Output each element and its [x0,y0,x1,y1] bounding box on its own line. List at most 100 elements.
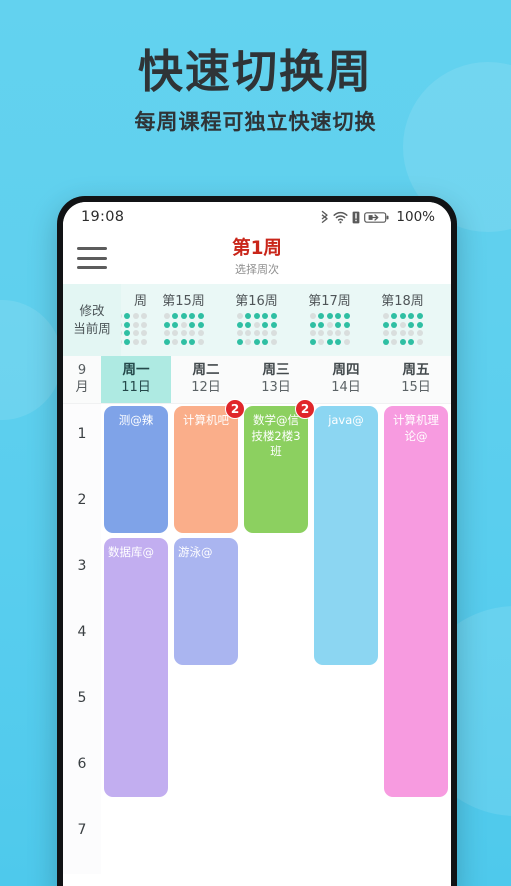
week-dot [197,338,204,345]
course-card-title: 数学@信技楼2楼3班 [251,413,301,459]
week-item-1[interactable]: 第15周 [147,284,220,356]
decorative-circle [0,300,62,420]
period-number-1: 1 [77,426,87,442]
week-item-2[interactable]: 第16周 [220,284,293,356]
course-card-title: 数据库@ [108,545,154,559]
course-column-1: 测@辣数据库@ [101,404,171,874]
status-bar: 19:08 100% [63,202,451,232]
week-dot [197,321,204,328]
week-dot [121,330,122,336]
week-item-label: 第15周 [162,294,205,309]
course-card[interactable]: 游泳@ [174,538,238,665]
week-dot [399,321,406,328]
course-columns[interactable]: 测@辣 数据库@ 计算机吧 2 游泳@ 数学@信技楼2楼3班 2 java@ 计算机理论@ [101,399,451,874]
week-dot [309,330,316,336]
course-card[interactable]: 测@辣 [104,406,168,533]
sim-icon [352,211,360,224]
week-dot [262,338,268,345]
week-dot [309,313,316,319]
battery-percent-label: 100% [396,209,435,225]
modify-current-week-button[interactable]: 修改 当前周 [63,284,121,356]
course-card[interactable]: 数据库@ [104,538,168,797]
week-dot [180,338,187,345]
week-dot [416,330,423,336]
week-scroll-container[interactable]: 周第15周 第16周 第17周 第18周 [121,284,451,356]
week-dot [408,313,414,319]
promo-title: 快速切换周 [137,45,373,98]
week-dot-grid [163,313,204,345]
week-dot [236,338,243,345]
week-selector-strip[interactable]: 修改 当前周 周第15周 第16周 第17周 第18周 [63,284,451,356]
week-dot-grid [121,313,147,345]
week-dot [172,313,178,319]
week-dot [391,338,397,345]
course-card-wrapper: 数据库@ [104,538,168,797]
day-column-1[interactable]: 周一 11日 [101,356,171,403]
current-week-title[interactable]: 第1周 [63,239,451,259]
period-number-column: 1 2 3 4 5 6 7 [63,404,101,874]
week-dot [189,330,195,336]
day-column-2[interactable]: 周二 12日 [171,356,241,403]
week-dot [408,338,414,345]
week-dot [335,330,341,336]
period-number-6: 6 [77,756,87,772]
day-date: 13日 [261,380,291,396]
bluetooth-icon [320,210,329,224]
week-dot [172,321,178,328]
week-dot [197,313,204,319]
week-dot [245,338,251,345]
week-dot [343,330,350,336]
day-column-3[interactable]: 周三 13日 [241,356,311,403]
week-dot [132,338,139,345]
week-dot [318,321,324,328]
week-dot [382,313,389,319]
week-dot [180,313,187,319]
week-dot [124,338,130,345]
course-card[interactable]: java@ [314,406,378,665]
course-card-wrapper: 测@辣 [104,406,168,533]
week-title-block: 第1周 选择周次 [63,239,451,276]
course-card-title: 游泳@ [178,545,213,559]
week-dot [132,313,139,319]
week-item-label: 第16周 [235,294,278,309]
week-dot [172,338,178,345]
day-column-4[interactable]: 周四 14日 [311,356,381,403]
week-dot-grid [309,313,350,345]
week-item-4[interactable]: 第18周 [366,284,439,356]
modify-label-line2: 当前周 [73,321,111,336]
course-card-title: java@ [328,413,364,427]
course-card[interactable]: 计算机吧 [174,406,238,533]
day-columns: 周一 11日 周二 12日 周三 13日 周四 14日 周五 15日 [101,356,451,403]
course-card-wrapper: 计算机理论@ [384,406,448,797]
week-selector-hint: 选择周次 [235,262,279,276]
week-dot [391,313,397,319]
week-dot [172,330,178,336]
promo-subtitle: 每周课程可独立快速切换 [134,109,377,134]
promo-text-block: 快速切换周 每周课程可独立快速切换 [0,46,511,136]
app-bar: 第1周 选择周次 [63,232,451,284]
month-unit: 月 [75,379,89,395]
day-column-5[interactable]: 周五 15日 [381,356,451,403]
week-dot [163,313,170,319]
period-number-3: 3 [77,558,87,574]
course-column-2: 计算机吧 2 游泳@ [171,399,245,874]
promo-screenshot: 快速切换周 每周课程可独立快速切换 19:08 100% 第1周 选择周次 修改… [0,0,511,886]
course-card[interactable]: 计算机理论@ [384,406,448,797]
week-item-partial[interactable]: 周 [121,284,147,356]
battery-charging-icon [364,211,390,224]
week-dot [318,313,324,319]
week-dot [326,338,333,345]
week-item-3[interactable]: 第17周 [293,284,366,356]
course-card-title: 计算机理论@ [393,413,439,443]
week-dot [408,321,414,328]
day-date: 15日 [401,380,431,396]
period-number-2: 2 [77,492,87,508]
hamburger-menu-icon[interactable] [77,247,107,269]
week-dot [236,313,243,319]
course-card[interactable]: 数学@信技楼2楼3班 [244,406,308,533]
week-dot [270,330,277,336]
week-dot [262,330,268,336]
week-dot [121,313,122,319]
day-date: 14日 [331,380,361,396]
week-dot [262,321,268,328]
